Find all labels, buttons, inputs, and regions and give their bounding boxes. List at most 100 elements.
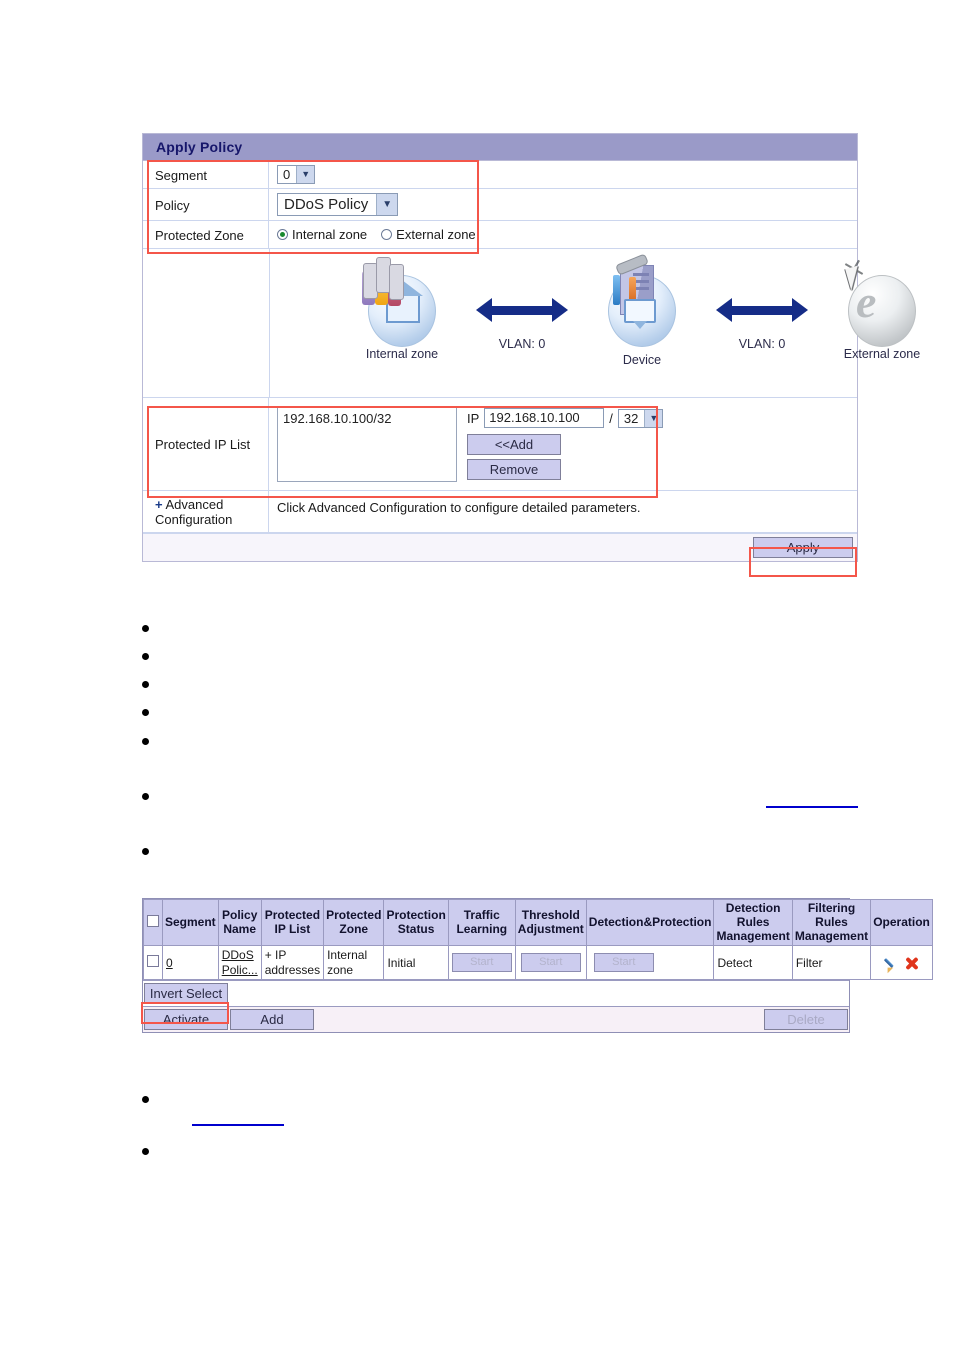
select-all-header	[143, 898, 163, 947]
select-all-checkbox[interactable]	[147, 914, 159, 927]
header-policy-name-line1: Policy	[222, 907, 258, 922]
plus-icon: +	[155, 497, 163, 512]
protected-zone-line1: Internal	[327, 948, 368, 963]
remove-ip-button[interactable]: Remove	[467, 459, 561, 480]
table-toolbar-top: Invert Select	[143, 980, 849, 1007]
protected-zone-line2: zone	[327, 962, 354, 977]
add-button[interactable]: Add	[230, 1009, 314, 1031]
advanced-configuration-row: + Advanced Configuration Click Advanced …	[143, 491, 857, 533]
detection-protection-start-button[interactable]: Start	[593, 953, 654, 973]
header-filtering-rules-line3: Management	[794, 928, 869, 943]
radio-external-zone[interactable]	[381, 229, 393, 240]
advanced-configuration-label[interactable]: + Advanced Configuration	[143, 491, 269, 532]
cell-operation	[870, 945, 933, 981]
protected-ip-list-entry[interactable]: 192.168.10.100/32	[283, 411, 451, 426]
list-item-bullet	[142, 1096, 149, 1103]
invert-select-button[interactable]: Invert Select	[144, 983, 228, 1005]
diagram-left-spacer	[143, 249, 270, 397]
protected-zone-label: Protected Zone	[143, 221, 269, 248]
cell-segment: 0	[162, 945, 219, 981]
list-item-bullet	[142, 1148, 149, 1155]
header-filtering-rules-management: Filtering Rules Management	[791, 898, 872, 947]
list-item-bullet	[142, 738, 149, 745]
internal-zone-icon	[342, 255, 462, 347]
device-icon	[582, 253, 702, 347]
node-device: Device	[582, 253, 702, 367]
delete-button[interactable]: Delete	[764, 1009, 848, 1031]
protected-ip-list-row: Protected IP List 192.168.10.100/32 IP 1…	[143, 398, 857, 491]
table-header-row: Segment Policy Name Protected IP List Pr…	[143, 898, 933, 947]
table-row: 0 DDoS Polic... + IP addresses Internal …	[143, 945, 933, 981]
activate-button[interactable]: Activate	[144, 1009, 228, 1031]
row-select-cell	[143, 945, 163, 981]
policy-row: Policy DDoS Policy ▼	[143, 189, 857, 221]
topology-diagram-row: Internal zone VLAN: 0 Device VLAN: 0 e E…	[143, 249, 920, 398]
row-checkbox[interactable]	[147, 955, 159, 968]
header-threshold-adjustment-line1: Threshold	[521, 907, 580, 922]
advanced-configuration-line1: Advanced	[165, 497, 224, 512]
segment-link[interactable]: 0	[166, 956, 173, 970]
policy-table: Segment Policy Name Protected IP List Pr…	[143, 898, 933, 981]
header-traffic-learning-line2: Learning	[456, 921, 508, 936]
cell-detection-rules-management: Detect	[713, 945, 793, 981]
policy-label: Policy	[143, 189, 269, 220]
chevron-down-icon: ▼	[376, 194, 398, 215]
policy-name-link-line2[interactable]: Polic...	[222, 963, 258, 977]
segment-label: Segment	[143, 161, 269, 188]
arrow-device-external	[716, 298, 808, 322]
policy-select[interactable]: DDoS Policy ▼	[277, 193, 399, 216]
header-traffic-learning-line1: Traffic	[463, 907, 500, 922]
segment-row: Segment 0 ▼	[143, 161, 857, 189]
list-item-bullet	[142, 793, 149, 800]
delete-x-icon[interactable]	[905, 957, 918, 970]
header-detection-rules-line2: Rules	[736, 914, 770, 929]
ip-address-input[interactable]: 192.168.10.100	[484, 408, 605, 428]
traffic-learning-start-button[interactable]: Start	[451, 953, 512, 973]
header-protected-zone-line1: Protected	[326, 907, 382, 922]
header-filtering-rules-line1: Filtering	[807, 901, 856, 915]
apply-button[interactable]: Apply	[753, 537, 853, 558]
protected-ip-list-box[interactable]: 192.168.10.100/32	[277, 406, 457, 482]
header-operation: Operation	[870, 898, 933, 947]
header-detection-rules-management: Detection Rules Management	[713, 898, 793, 947]
radio-internal-zone[interactable]	[277, 229, 288, 240]
arrow-internal-device	[476, 298, 568, 322]
add-ip-button[interactable]: <<Add	[467, 434, 561, 455]
header-detection-rules-line3: Management	[716, 928, 790, 943]
ip-field-label: IP	[467, 410, 480, 426]
internal-zone-caption: Internal zone	[365, 347, 439, 361]
cell-filtering-rules-management: Filter	[791, 945, 872, 981]
list-item-bullet	[142, 625, 149, 632]
slash-separator: /	[609, 410, 613, 426]
header-segment: Segment	[162, 898, 219, 947]
inline-link-underline[interactable]	[766, 806, 858, 808]
cell-protection-status: Initial	[383, 945, 449, 981]
protected-ip-list-line1: + IP	[264, 948, 287, 963]
node-external-zone: e External zone	[822, 255, 942, 361]
node-internal-zone: Internal zone	[342, 255, 462, 361]
advanced-configuration-line2: Configuration	[155, 512, 233, 527]
apply-row: Apply	[143, 533, 857, 561]
list-item-bullet	[142, 681, 149, 688]
device-caption: Device	[622, 353, 662, 367]
header-protected-ip-list: Protected IP List	[260, 898, 325, 947]
cell-threshold-adjustment: Start	[514, 945, 587, 981]
protected-zone-row: Protected Zone Internal zone External zo…	[143, 221, 857, 249]
network-topology-diagram: Internal zone VLAN: 0 Device VLAN: 0 e E…	[270, 249, 920, 397]
filter-link[interactable]: Filter	[796, 956, 823, 970]
inline-link-underline[interactable]	[192, 1124, 284, 1126]
external-zone-icon: e	[822, 255, 942, 347]
chevron-down-icon: ▼	[296, 166, 315, 183]
detect-link[interactable]: Detect	[717, 956, 752, 970]
external-zone-caption: External zone	[843, 347, 921, 361]
header-protected-zone-line2: Zone	[339, 921, 369, 936]
mask-select[interactable]: 32 ▼	[617, 408, 664, 428]
header-protection-status: Protection Status	[383, 898, 449, 947]
segment-select[interactable]: 0 ▼	[277, 165, 316, 184]
threshold-adjustment-start-button[interactable]: Start	[520, 953, 581, 973]
header-filtering-rules-line2: Rules	[815, 914, 848, 929]
edit-pencil-icon[interactable]	[885, 957, 898, 970]
cell-policy-name: DDoS Polic...	[217, 945, 262, 981]
policy-name-link-line1[interactable]: DDoS	[222, 948, 254, 962]
list-item-bullet	[142, 848, 149, 855]
